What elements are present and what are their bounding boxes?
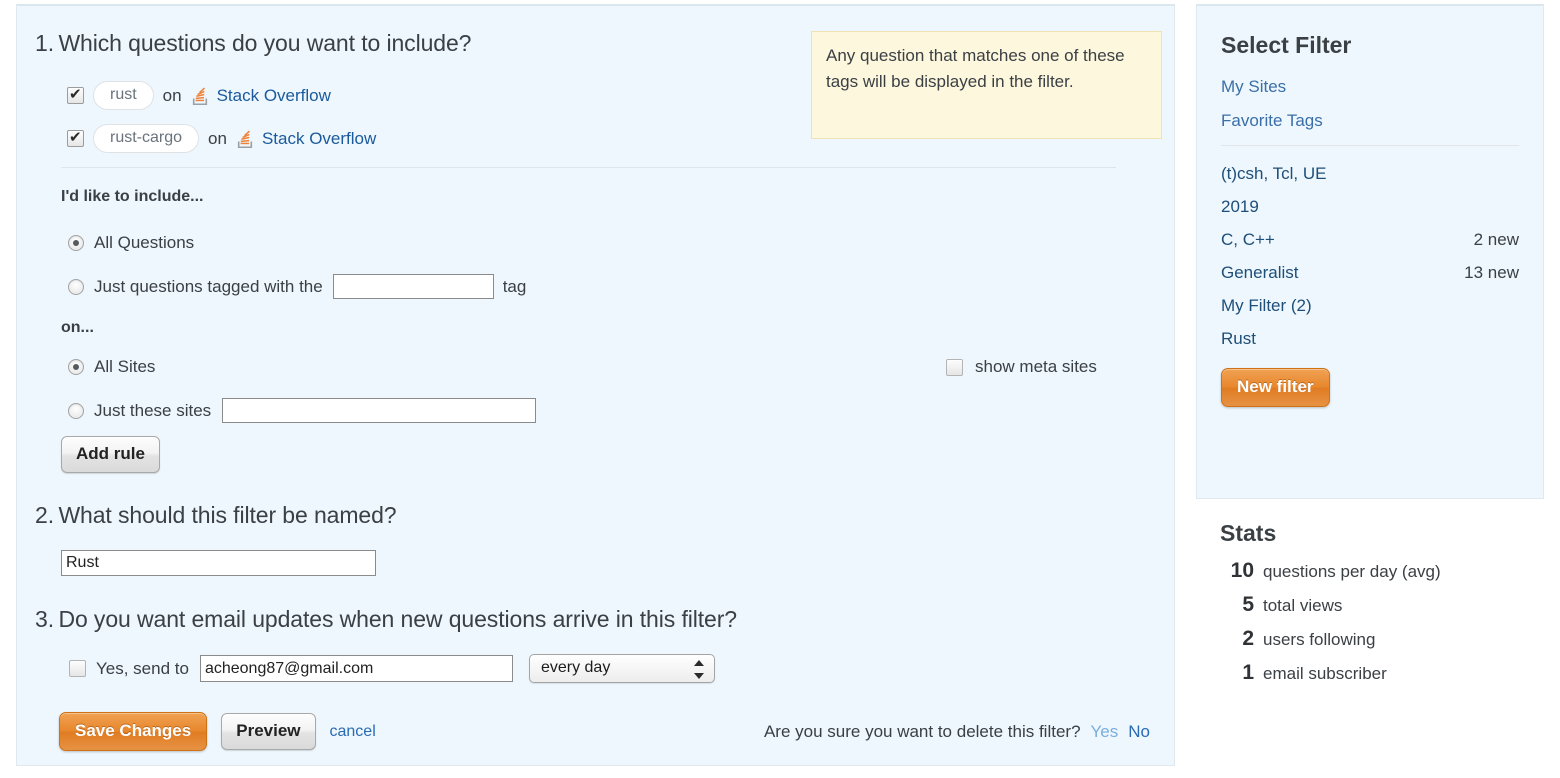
email-frequency-select[interactable]: every day — [528, 654, 715, 683]
include-tagged-radio[interactable] — [68, 278, 84, 295]
question-2-text: What should this filter be named? — [58, 502, 397, 528]
include-all-questions-label: All Questions — [94, 233, 195, 252]
filter-list-item[interactable]: 2019 — [1221, 197, 1519, 217]
stat-value: 5 — [1242, 593, 1254, 616]
filter-item-name[interactable]: (t)csh, Tcl, UE — [1221, 164, 1326, 184]
tag-pill[interactable]: rust-cargo — [93, 124, 200, 153]
include-tagged-label-before: Just questions tagged with the — [94, 276, 323, 296]
filter-list-item[interactable]: My Filter (2) — [1221, 296, 1519, 316]
on-heading: on... — [61, 319, 94, 336]
stat-row: 5 total views — [1220, 593, 1520, 617]
rule-on-label: on — [162, 85, 182, 105]
show-meta-sites-option[interactable]: show meta sites — [946, 357, 1097, 377]
stat-value: 1 — [1242, 661, 1254, 684]
show-meta-sites-checkbox[interactable] — [946, 358, 963, 376]
tag-rule-checkbox[interactable] — [67, 128, 84, 147]
stack-overflow-icon — [236, 130, 253, 149]
include-heading: I'd like to include... — [61, 188, 204, 205]
site-link[interactable]: Stack Overflow — [262, 129, 376, 149]
sites-input[interactable] — [222, 398, 537, 423]
stat-label: total views — [1263, 596, 1343, 615]
select-filter-panel: Select Filter My Sites Favorite Tags (t)… — [1196, 4, 1544, 499]
stepper-arrows-icon — [693, 659, 704, 680]
delete-confirm: Are you sure you want to delete this fil… — [764, 722, 1150, 742]
sites-all-option[interactable]: All Sites — [68, 357, 155, 377]
filter-list-item[interactable]: (t)csh, Tcl, UE — [1221, 164, 1519, 184]
question-1-text: Which questions do you want to include? — [58, 30, 472, 56]
question-3-number: 3. — [35, 606, 54, 632]
sites-specific-label: Just these sites — [94, 400, 212, 420]
email-updates-row: Yes, send to every day — [69, 654, 715, 683]
delete-yes-link[interactable]: Yes — [1091, 722, 1119, 742]
stack-overflow-icon — [191, 87, 208, 106]
add-rule-button[interactable]: Add rule — [61, 436, 160, 473]
select-filter-title: Select Filter — [1221, 32, 1352, 58]
include-tagged-option[interactable]: Just questions tagged with the tag — [68, 274, 526, 299]
site-link[interactable]: Stack Overflow — [217, 86, 331, 106]
preview-button[interactable]: Preview — [221, 713, 316, 750]
question-1-heading: 1. Which questions do you want to includ… — [35, 30, 471, 57]
include-tagged-label-after: tag — [502, 276, 527, 296]
filter-item-count: 13 new — [1464, 263, 1519, 282]
email-frequency-value: every day — [540, 659, 611, 676]
stat-row: 2 users following — [1220, 627, 1520, 651]
question-2-heading: 2. What should this filter be named? — [35, 502, 397, 529]
filter-name-input[interactable] — [61, 550, 376, 576]
stat-value: 2 — [1242, 627, 1254, 650]
sites-specific-radio[interactable] — [68, 402, 84, 419]
filter-item-name[interactable]: Rust — [1221, 329, 1256, 349]
tags-tooltip: Any question that matches one of these t… — [811, 31, 1162, 139]
question-2-number: 2. — [35, 502, 54, 528]
filter-item-count: 2 new — [1473, 230, 1519, 249]
stat-label: questions per day (avg) — [1263, 562, 1441, 581]
save-changes-button[interactable]: Save Changes — [59, 712, 208, 751]
new-filter-button[interactable]: New filter — [1221, 368, 1330, 407]
stats-title: Stats — [1220, 520, 1277, 546]
stat-row: 1 email subscriber — [1220, 661, 1520, 685]
delete-no-link[interactable]: No — [1128, 722, 1150, 742]
tag-rule-checkbox[interactable] — [67, 85, 84, 104]
cancel-link[interactable]: cancel — [330, 723, 376, 741]
show-meta-sites-label: show meta sites — [975, 357, 1097, 376]
sidebar-link-favorite-tags[interactable]: Favorite Tags — [1221, 111, 1519, 131]
email-updates-checkbox[interactable] — [69, 660, 86, 677]
sites-all-radio[interactable] — [68, 359, 84, 375]
filter-editor-panel: 1. Which questions do you want to includ… — [16, 4, 1175, 766]
rules-divider — [61, 167, 1116, 168]
filter-item-name[interactable]: C, C++ — [1221, 230, 1275, 250]
tag-rule-row: rust-cargo on Stack Overflow — [67, 124, 376, 153]
stat-row: 10 questions per day (avg) — [1220, 559, 1520, 583]
delete-prompt-text: Are you sure you want to delete this fil… — [763, 722, 1081, 741]
question-3-text: Do you want email updates when new quest… — [58, 606, 737, 632]
rule-on-label: on — [208, 128, 227, 148]
sites-all-label: All Sites — [94, 357, 156, 376]
stat-label: email subscriber — [1263, 664, 1387, 683]
sites-specific-option[interactable]: Just these sites — [68, 398, 537, 423]
tag-rule-row: rust on Stack Overflow — [67, 81, 331, 110]
page-root: 1. Which questions do you want to includ… — [0, 0, 1560, 778]
filter-list-item[interactable]: Generalist 13 new — [1221, 263, 1519, 283]
question-3-heading: 3. Do you want email updates when new qu… — [35, 606, 737, 633]
filter-item-name[interactable]: 2019 — [1221, 197, 1259, 217]
tag-pill[interactable]: rust — [93, 81, 154, 110]
stat-value: 10 — [1230, 559, 1254, 582]
stat-label: users following — [1263, 630, 1376, 649]
filter-list-item[interactable]: C, C++ 2 new — [1221, 230, 1519, 250]
question-1-number: 1. — [35, 30, 54, 56]
include-all-questions-radio[interactable] — [68, 235, 84, 251]
filter-list-item[interactable]: Rust — [1221, 329, 1519, 349]
filter-item-name[interactable]: My Filter (2) — [1221, 296, 1312, 316]
sidebar-link-my-sites[interactable]: My Sites — [1221, 77, 1519, 97]
email-updates-label: Yes, send to — [96, 658, 189, 678]
include-all-questions-option[interactable]: All Questions — [68, 233, 194, 253]
email-input[interactable] — [199, 655, 513, 682]
form-actions: Save Changes Preview cancel — [59, 712, 376, 751]
filter-item-name[interactable]: Generalist — [1221, 263, 1298, 283]
tag-input[interactable] — [332, 274, 494, 299]
stats-panel: Stats 10 questions per day (avg) 5 total… — [1196, 520, 1544, 695]
sidebar-divider — [1221, 145, 1519, 146]
